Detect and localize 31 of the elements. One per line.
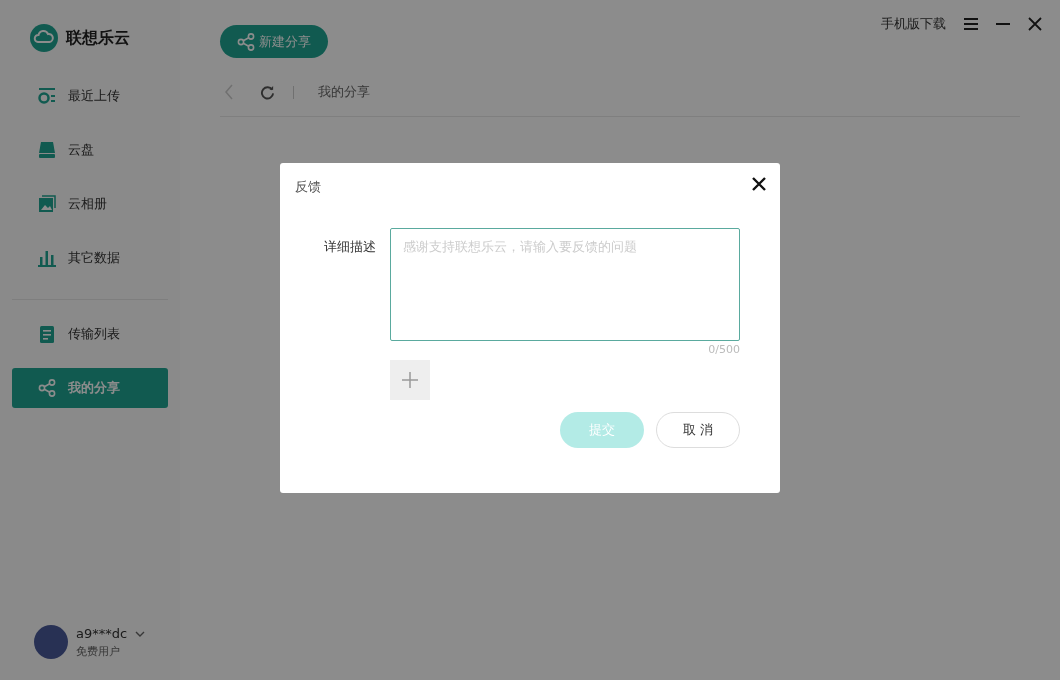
breadcrumb-item[interactable]: 我的分享 [318,82,370,102]
sidebar-item[interactable]: 传输列表 [12,314,168,354]
picture-icon [38,195,56,213]
share-icon [38,379,56,397]
menu-icon[interactable] [964,16,978,31]
add-attachment-button[interactable] [390,359,430,400]
refresh-icon[interactable] [260,84,275,100]
sidebar-item[interactable]: 云盘 [12,130,168,170]
plus-icon [401,370,419,389]
sidebar-item[interactable]: 其它数据 [12,238,168,278]
cloud-logo-icon [30,24,58,52]
field-label: 详细描述 [323,238,376,256]
dialog-title: 反馈 [295,178,321,196]
clock-list-icon [38,87,56,105]
mobile-download-link[interactable]: 手机版下载 [881,14,946,34]
character-counter: 0/500 [708,342,740,358]
sidebar-item[interactable]: 云相册 [12,184,168,224]
bar-chart-icon [38,249,56,267]
avatar[interactable] [34,625,68,659]
chevron-down-icon[interactable] [135,630,146,637]
user-plan: 免费用户 [76,643,121,660]
share-icon [237,32,255,51]
app-name: 联想乐云 [66,27,130,49]
close-icon [752,177,766,191]
close-button[interactable] [752,177,766,191]
sidebar-item[interactable]: 最近上传 [12,76,168,116]
cancel-button[interactable]: 取 消 [656,411,740,448]
user-name: a9***dc [76,625,128,643]
close-icon[interactable] [1028,16,1042,31]
document-icon [38,325,56,343]
hard-drive-icon [38,141,56,159]
